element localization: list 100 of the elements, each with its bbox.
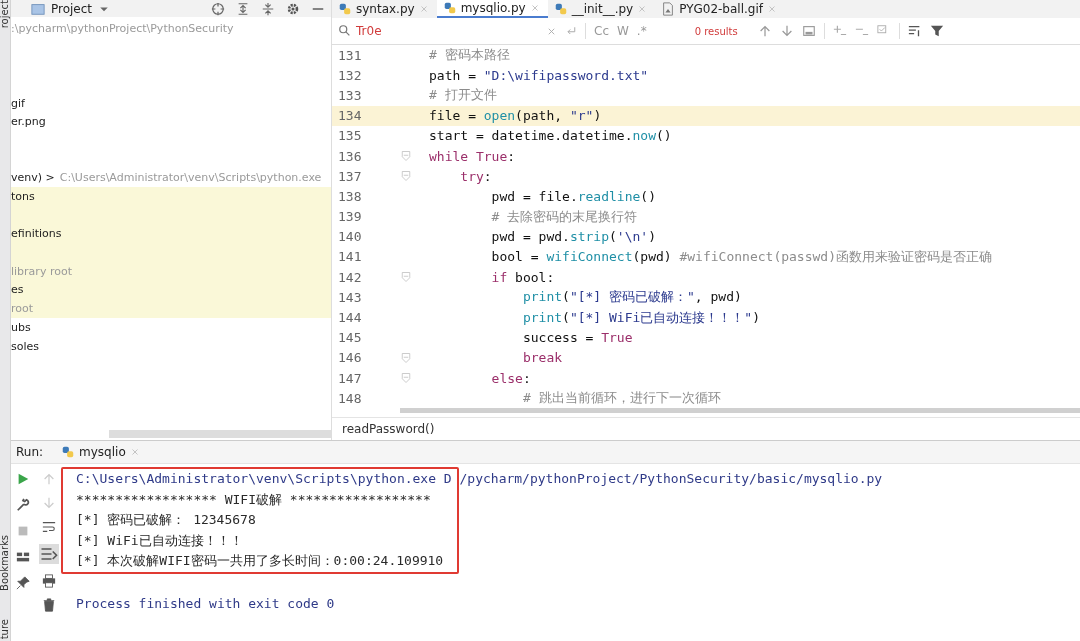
console-line: C:\Users\Administrator\venv\Scripts\python.exe D /pycharm/pythonProject/PythonSecurity/basic/mysqlio.py	[76, 470, 883, 488]
fold-marker-icon[interactable]	[400, 170, 412, 183]
line-number: 144	[337, 310, 363, 326]
close-icon[interactable]	[129, 447, 140, 457]
code-line: file = open(path, "r")	[429, 108, 602, 124]
python-file-icon	[553, 2, 568, 16]
filter-lines-icon[interactable]	[907, 24, 922, 38]
pin-icon[interactable]	[16, 576, 30, 590]
run-label: Run:	[16, 445, 44, 459]
code-line: else:	[490, 370, 531, 386]
line-number: 134	[337, 108, 363, 124]
code-line: print("[*] 密码已破解：", pwd)	[521, 288, 742, 307]
python-file-icon	[61, 445, 76, 459]
file-tab[interactable]: mysqlio.py	[436, 0, 548, 18]
line-number: 132	[337, 67, 363, 83]
line-number: 145	[337, 330, 363, 346]
tree-item[interactable]: efinitions	[11, 227, 62, 241]
code-line: while True:	[429, 148, 516, 164]
code-line: pwd = pwd.strip('\n')	[490, 229, 656, 245]
code-line: bool = wifiConnect(pwd) #wifiConnect(passwd)函数用来验证密码是否正确	[490, 247, 992, 266]
code-line: # 打开文件	[429, 86, 497, 105]
code-line: success = True	[521, 330, 633, 346]
console-line: [*] 本次破解WIFI密码一共用了多长时间：0:00:24.109910	[76, 552, 445, 570]
soft-wrap-icon[interactable]	[42, 520, 56, 534]
line-number: 139	[337, 209, 363, 225]
console-line: ****************** WIFI破解 ******************	[76, 490, 432, 509]
file-tab[interactable]: __init__.py	[547, 0, 656, 18]
code-line: # 去除密码的末尾换行符	[490, 207, 638, 226]
close-icon[interactable]	[418, 4, 429, 14]
panel-title[interactable]: Project	[51, 1, 93, 16]
layout-icon[interactable]	[16, 550, 30, 564]
line-number: 143	[337, 289, 363, 305]
line-number: 136	[337, 148, 363, 164]
file-tab[interactable]: PYG02-ball.gif	[655, 0, 785, 18]
add-occurrence-icon[interactable]	[832, 24, 847, 38]
search-icon	[338, 24, 352, 38]
tree-item[interactable]: ubs	[11, 320, 31, 334]
code-line: try:	[459, 168, 492, 184]
fold-marker-icon[interactable]	[400, 372, 412, 385]
code-line: # 密码本路径	[429, 46, 510, 65]
console-line: [*] 密码已破解： 12345678	[76, 511, 257, 529]
line-number: 140	[337, 229, 363, 245]
tree-item[interactable]: es	[11, 283, 24, 297]
line-number: 137	[337, 168, 363, 184]
close-icon[interactable]	[767, 4, 777, 14]
tree-item[interactable]: gif	[11, 96, 25, 110]
new-line-icon[interactable]	[565, 25, 577, 37]
wrench-icon[interactable]	[16, 498, 30, 512]
crosshair-icon[interactable]	[211, 1, 225, 16]
filter-icon[interactable]	[929, 24, 944, 38]
tree-item[interactable]: tons	[11, 190, 35, 204]
line-number: 135	[337, 128, 363, 144]
code-line: if bool:	[490, 269, 555, 285]
breadcrumb[interactable]: readPassword()	[342, 422, 435, 436]
collapse-all-icon[interactable]	[261, 1, 275, 16]
stop-icon[interactable]	[16, 524, 30, 538]
up-arrow-icon[interactable]	[42, 472, 56, 486]
code-line: start = datetime.datetime.now()	[429, 128, 672, 144]
tree-item[interactable]: soles	[11, 339, 39, 353]
interpreter-path: C:\Users\Administrator\venv\Scripts\python.exe	[59, 171, 322, 185]
run-icon[interactable]	[16, 472, 30, 486]
code-line: pwd = file.readline()	[490, 188, 656, 204]
fold-marker-icon[interactable]	[400, 351, 412, 364]
scroll-to-end-icon[interactable]	[39, 544, 59, 564]
line-number: 138	[337, 188, 363, 204]
up-arrow-icon[interactable]	[757, 24, 772, 38]
line-number: 141	[337, 249, 363, 265]
file-tab[interactable]: syntax.py	[332, 0, 437, 18]
fold-marker-icon[interactable]	[400, 271, 412, 284]
close-icon[interactable]	[637, 4, 648, 14]
search-field[interactable]: Tr0e	[338, 24, 538, 38]
image-file-icon	[661, 2, 676, 16]
run-tab[interactable]: mysqlio	[55, 444, 146, 460]
down-arrow-icon[interactable]	[779, 24, 794, 38]
printer-icon[interactable]	[42, 574, 56, 588]
code-line: break	[521, 350, 563, 366]
scrollbar[interactable]	[400, 408, 1080, 414]
console-line: Process finished with exit code 0	[76, 595, 336, 613]
code-line: print("[*] WiFi已自动连接！！！")	[521, 308, 760, 327]
line-number: 133	[337, 87, 363, 103]
code-line: path = "D:\wifipassword.txt"	[429, 67, 649, 83]
line-number: 142	[337, 269, 363, 285]
down-arrow-icon[interactable]	[42, 496, 56, 510]
line-number: 131	[337, 47, 363, 63]
console-line: [*] WiFi已自动连接！！！	[76, 531, 244, 550]
python-file-icon	[442, 1, 457, 15]
tree-item[interactable]: venv) >	[11, 171, 55, 185]
code-line: # 跳出当前循环，进行下一次循环	[521, 389, 721, 408]
line-number: 147	[337, 370, 363, 386]
trash-icon[interactable]	[42, 598, 56, 612]
close-icon[interactable]	[529, 3, 540, 13]
tree-item[interactable]: er.png	[11, 115, 46, 129]
line-number: 146	[337, 350, 363, 366]
search-results-count: 0 results	[694, 25, 738, 37]
expand-all-icon[interactable]	[236, 1, 250, 16]
settings-icon[interactable]	[286, 1, 300, 16]
fold-marker-icon[interactable]	[400, 150, 412, 163]
folder-icon	[31, 1, 45, 16]
select-all-icon[interactable]	[801, 24, 816, 38]
scrollbar[interactable]	[109, 430, 331, 438]
